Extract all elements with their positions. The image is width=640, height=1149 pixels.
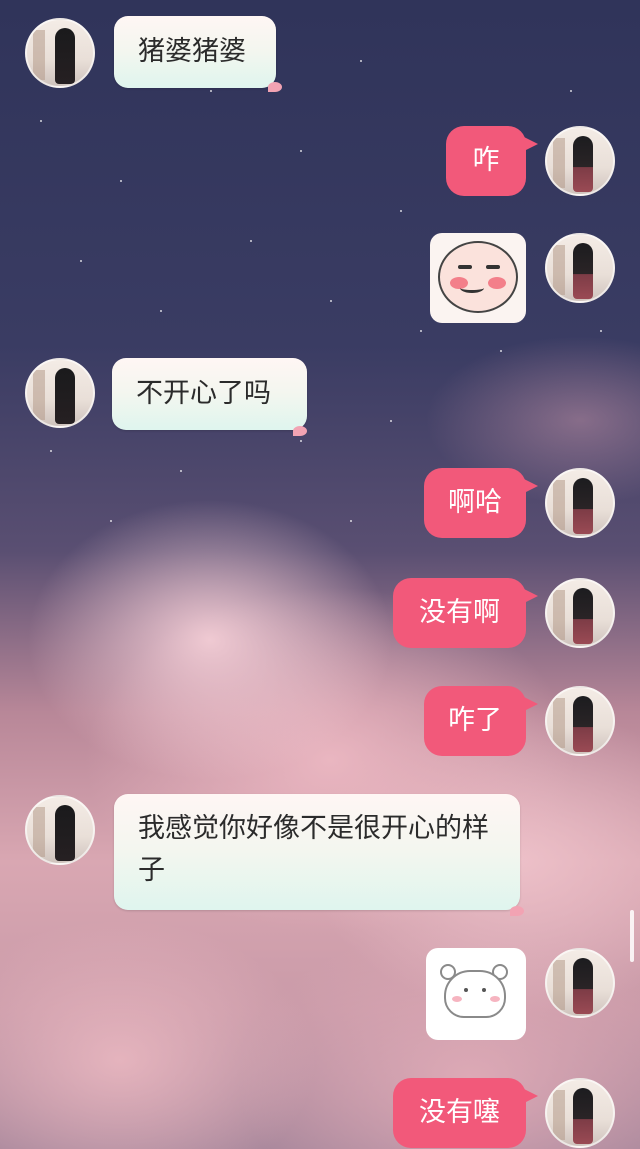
message-text: 咋了 bbox=[448, 705, 502, 736]
message-text: 不开心了吗 bbox=[136, 378, 271, 409]
message-bubble-outgoing[interactable]: 没有啊 bbox=[393, 578, 538, 648]
self-avatar[interactable] bbox=[545, 468, 615, 538]
message-bubble-incoming[interactable]: 猪婆猪婆 bbox=[114, 16, 282, 92]
message-bubble-incoming[interactable]: 我感觉你好像不是很开心的样子 bbox=[114, 794, 524, 916]
message-bubble-outgoing[interactable]: 咋了 bbox=[424, 686, 538, 756]
self-avatar[interactable] bbox=[545, 1078, 615, 1148]
starry-background bbox=[0, 0, 640, 1149]
message-text: 我感觉你好像不是很开心的样子 bbox=[138, 813, 489, 886]
message-text: 咋 bbox=[472, 145, 500, 176]
message-bubble-outgoing[interactable]: 咋 bbox=[446, 126, 538, 196]
message-bubble-incoming[interactable]: 不开心了吗 bbox=[112, 358, 307, 436]
blushing-face-sticker[interactable] bbox=[430, 233, 526, 323]
contact-avatar[interactable] bbox=[25, 795, 95, 865]
self-avatar[interactable] bbox=[545, 578, 615, 648]
bear-sticker[interactable] bbox=[426, 948, 526, 1040]
message-text: 猪婆猪婆 bbox=[138, 36, 246, 67]
self-avatar[interactable] bbox=[545, 948, 615, 1018]
self-avatar[interactable] bbox=[545, 686, 615, 756]
message-text: 没有噻 bbox=[419, 1097, 500, 1128]
contact-avatar[interactable] bbox=[25, 358, 95, 428]
self-avatar[interactable] bbox=[545, 233, 615, 303]
message-bubble-outgoing[interactable]: 啊哈 bbox=[424, 468, 538, 538]
self-avatar[interactable] bbox=[545, 126, 615, 196]
message-text: 没有啊 bbox=[419, 597, 500, 628]
scrollbar-thumb[interactable] bbox=[630, 910, 634, 962]
message-text: 啊哈 bbox=[448, 487, 502, 518]
contact-avatar[interactable] bbox=[25, 18, 95, 88]
message-bubble-outgoing[interactable]: 没有噻 bbox=[393, 1078, 538, 1148]
